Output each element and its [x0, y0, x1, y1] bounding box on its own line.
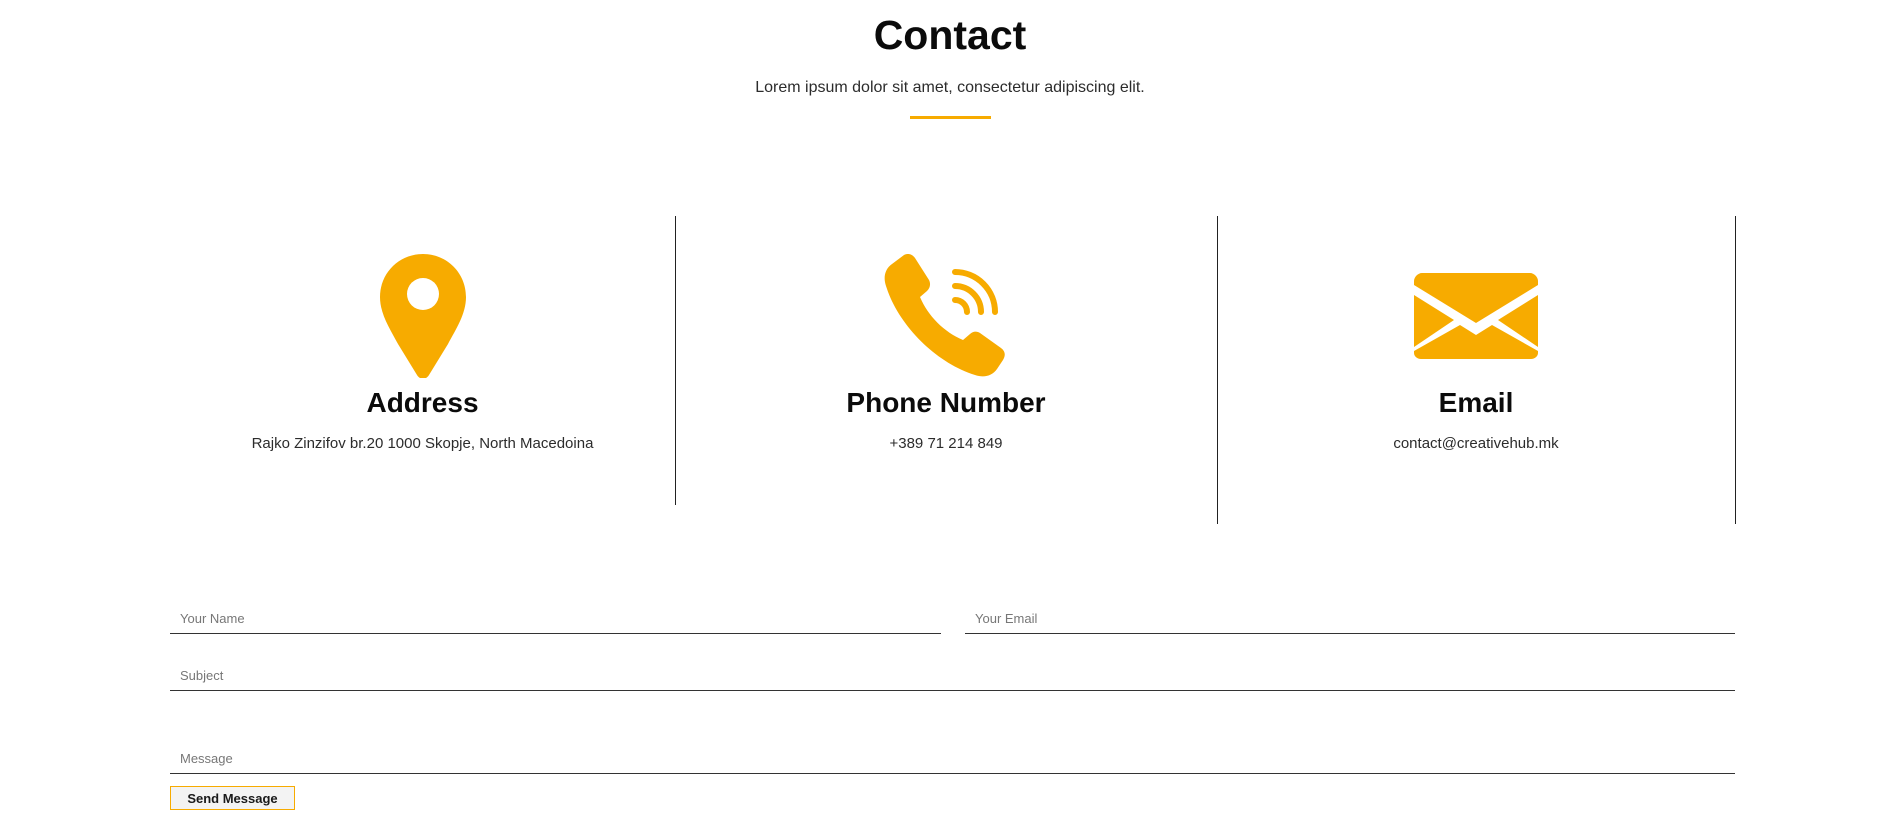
divider-line	[1735, 216, 1736, 524]
message-field-wrap	[170, 743, 1735, 774]
contact-info-row: Address Rajko Zinzifov br.20 1000 Skopje…	[170, 216, 1736, 530]
email-text: contact@creativehub.mk	[1393, 435, 1559, 452]
contact-page: Contact Lorem ipsum dolor sit amet, cons…	[0, 0, 1900, 840]
send-message-button[interactable]: Send Message	[170, 786, 295, 810]
envelope-icon	[1217, 254, 1735, 378]
map-pin-icon	[170, 254, 675, 378]
phone-text: +389 71 214 849	[889, 435, 1003, 452]
page-subtitle: Lorem ipsum dolor sit amet, consectetur …	[755, 79, 1145, 96]
subject-input[interactable]	[170, 660, 1735, 690]
divider-line	[1217, 216, 1218, 524]
page-title: Contact	[873, 12, 1027, 58]
title-underline	[910, 116, 991, 119]
divider-line	[675, 216, 676, 505]
phone-ringing-icon	[675, 254, 1217, 378]
phone-heading: Phone Number	[846, 387, 1046, 418]
name-input[interactable]	[170, 603, 941, 633]
address-heading: Address	[366, 387, 479, 418]
email-input[interactable]	[965, 603, 1735, 633]
address-text: Rajko Zinzifov br.20 1000 Skopje, North …	[251, 435, 594, 452]
message-input[interactable]	[170, 743, 1735, 773]
name-field-wrap	[170, 603, 941, 634]
email-heading: Email	[1438, 387, 1514, 418]
email-field-wrap	[965, 603, 1735, 634]
subject-field-wrap	[170, 660, 1735, 691]
